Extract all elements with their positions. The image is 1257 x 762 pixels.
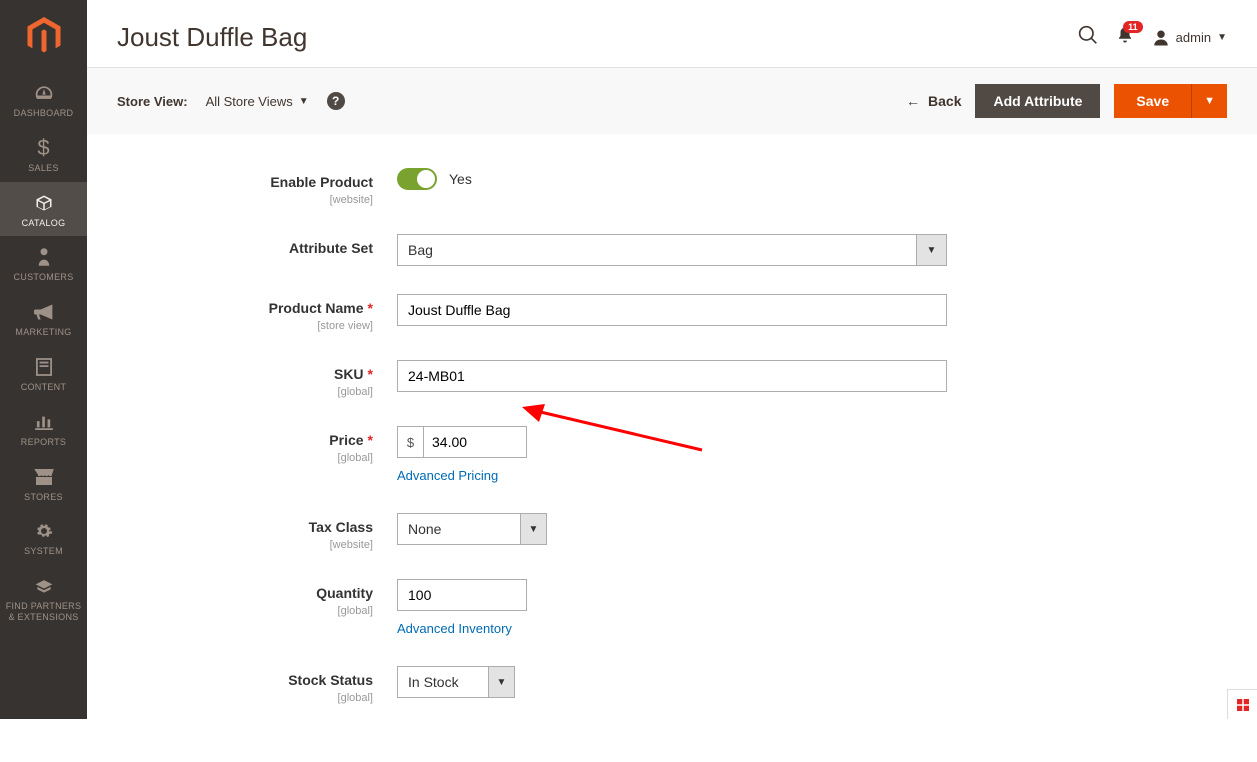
sidebar-item-label: SYSTEM — [24, 546, 63, 557]
sidebar-item-system[interactable]: SYSTEM — [0, 510, 87, 565]
toggle-value: Yes — [449, 171, 472, 187]
sidebar-item-sales[interactable]: $ SALES — [0, 127, 87, 182]
cube-icon — [35, 192, 53, 214]
sidebar-item-label: CATALOG — [22, 218, 66, 229]
field-label-quantity: Quantity — [316, 585, 373, 601]
add-attribute-button[interactable]: Add Attribute — [975, 84, 1100, 118]
bar-chart-icon — [35, 411, 53, 433]
gauge-icon — [34, 82, 54, 104]
sku-input[interactable] — [397, 360, 947, 392]
chevron-down-icon: ▼ — [1217, 32, 1227, 43]
chevron-down-icon: ▼ — [299, 96, 309, 107]
field-scope: [global] — [117, 692, 373, 704]
field-label-attribute-set: Attribute Set — [289, 240, 373, 256]
field-label-price: Price* — [329, 432, 373, 448]
quantity-input[interactable] — [397, 579, 527, 611]
page-icon — [36, 356, 52, 378]
save-button[interactable]: Save — [1114, 84, 1191, 118]
sidebar-item-partners[interactable]: FIND PARTNERS & EXTENSIONS — [0, 565, 87, 631]
sidebar-item-reports[interactable]: REPORTS — [0, 401, 87, 456]
select-value: Bag — [398, 235, 916, 265]
advanced-inventory-link[interactable]: Advanced Inventory — [397, 621, 512, 636]
field-label-stock-status: Stock Status — [288, 672, 373, 688]
product-name-input[interactable] — [397, 294, 947, 326]
field-label-tax-class: Tax Class — [309, 519, 373, 535]
product-form: Enable Product [website] Yes Attribute S… — [87, 134, 1127, 762]
store-view-switcher[interactable]: All Store Views ▼ — [206, 94, 309, 109]
magento-logo[interactable] — [0, 0, 87, 72]
save-split-button: Save ▼ — [1114, 84, 1227, 118]
username: admin — [1176, 30, 1211, 45]
back-label: Back — [928, 93, 961, 109]
chevron-down-icon: ▼ — [520, 514, 546, 544]
field-scope: [global] — [117, 452, 373, 464]
dollar-icon: $ — [37, 137, 49, 159]
store-view-value: All Store Views — [206, 94, 293, 109]
field-scope: [store view] — [117, 320, 373, 332]
advanced-pricing-link[interactable]: Advanced Pricing — [397, 468, 498, 483]
store-view-label: Store View: — [117, 94, 188, 109]
page-header: Joust Duffle Bag 11 admin ▼ — [87, 0, 1257, 67]
enable-product-toggle[interactable] — [397, 168, 437, 190]
notifications-icon[interactable]: 11 — [1116, 26, 1134, 49]
arrow-left-icon: ← — [906, 93, 920, 109]
sidebar-item-label: CONTENT — [21, 382, 67, 393]
sidebar-item-content[interactable]: CONTENT — [0, 346, 87, 401]
toolbar: Store View: All Store Views ▼ ? ← Back A… — [87, 67, 1257, 134]
help-icon[interactable]: ? — [327, 92, 345, 110]
back-button[interactable]: ← Back — [906, 93, 961, 109]
sidebar-item-customers[interactable]: CUSTOMERS — [0, 236, 87, 291]
attribute-set-select[interactable]: Bag ▼ — [397, 234, 947, 266]
sidebar-item-label: MARKETING — [15, 327, 71, 338]
notification-count: 11 — [1123, 21, 1143, 33]
admin-sidebar: DASHBOARD $ SALES CATALOG CUSTOMERS MARK… — [0, 0, 87, 719]
currency-symbol: $ — [398, 427, 424, 457]
handshake-icon — [34, 575, 54, 597]
tax-class-select[interactable]: None ▼ — [397, 513, 547, 545]
sidebar-item-label: STORES — [24, 492, 63, 503]
megaphone-icon — [34, 301, 54, 323]
field-scope: [website] — [117, 539, 373, 551]
user-menu[interactable]: admin ▼ — [1152, 29, 1227, 47]
select-value: In Stock — [398, 667, 488, 697]
sidebar-item-marketing[interactable]: MARKETING — [0, 291, 87, 346]
corner-badge-icon[interactable] — [1227, 689, 1257, 719]
search-icon[interactable] — [1078, 25, 1098, 50]
page-title: Joust Duffle Bag — [117, 22, 307, 53]
sidebar-item-label: SALES — [28, 163, 59, 174]
field-label-enable: Enable Product — [270, 174, 373, 190]
field-label-sku: SKU* — [334, 366, 373, 382]
storefront-icon — [34, 466, 54, 488]
sidebar-item-label: REPORTS — [21, 437, 66, 448]
field-scope: [website] — [117, 194, 373, 206]
sidebar-item-label: CUSTOMERS — [13, 272, 73, 283]
sidebar-item-label: FIND PARTNERS & EXTENSIONS — [4, 601, 83, 623]
person-icon — [37, 246, 51, 268]
chevron-down-icon: ▼ — [916, 235, 946, 265]
price-input[interactable] — [424, 427, 526, 457]
sidebar-item-catalog[interactable]: CATALOG — [0, 182, 87, 237]
gear-icon — [35, 520, 53, 542]
chevron-down-icon: ▼ — [488, 667, 514, 697]
field-scope: [global] — [117, 605, 373, 617]
field-scope: [global] — [117, 386, 373, 398]
save-options-toggle[interactable]: ▼ — [1191, 84, 1227, 118]
stock-status-select[interactable]: In Stock ▼ — [397, 666, 515, 698]
select-value: None — [398, 514, 520, 544]
sidebar-item-label: DASHBOARD — [14, 108, 74, 119]
sidebar-item-stores[interactable]: STORES — [0, 456, 87, 511]
sidebar-item-dashboard[interactable]: DASHBOARD — [0, 72, 87, 127]
field-label-product-name: Product Name* — [269, 300, 373, 316]
